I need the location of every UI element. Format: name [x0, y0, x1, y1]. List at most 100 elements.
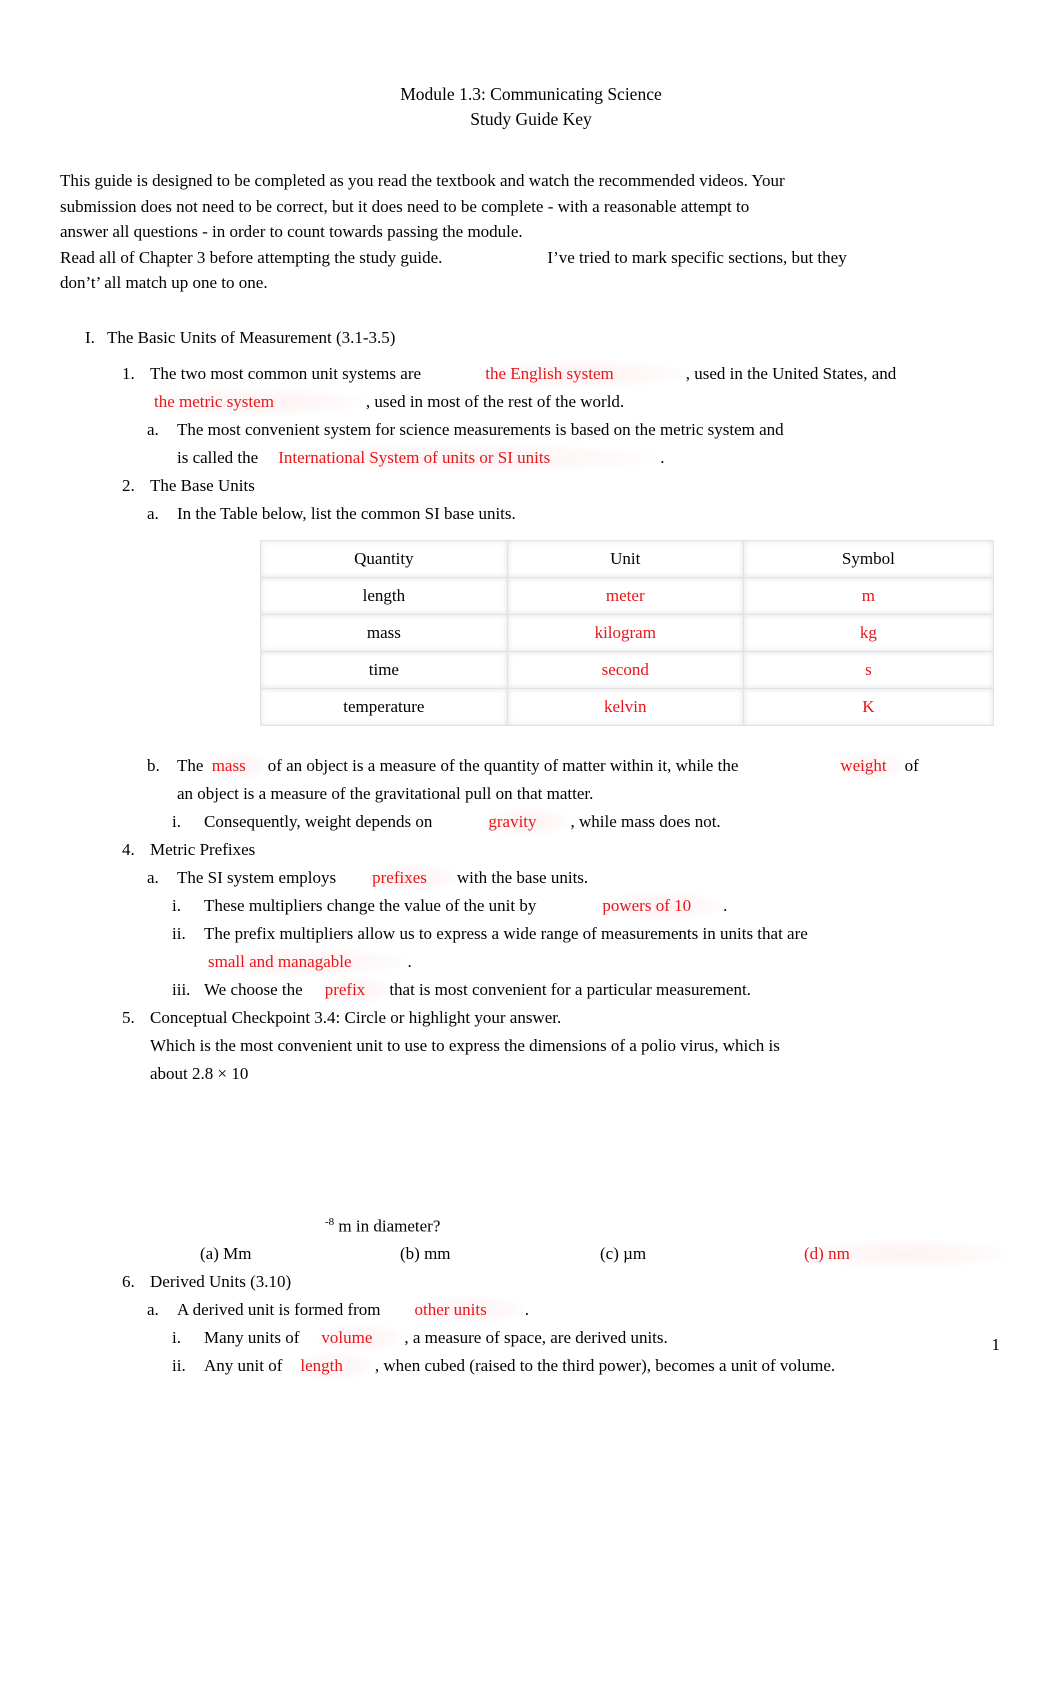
item-2b-marker: b. [147, 755, 160, 775]
item-6ai: i. Many units of volume, a measure of spa… [172, 1324, 1022, 1353]
table-header: Quantity Unit Symbol [260, 539, 995, 578]
cell-symbol-s[interactable]: s [742, 650, 995, 689]
item-6ai-text-a: Many units of [204, 1328, 300, 1348]
item-5-question-line-3: -8 m in diameter? [325, 1208, 1022, 1241]
item-1a-answer-si-units[interactable]: International System of units or SI unit… [274, 443, 661, 472]
item-1-continuation: the metric system, used in most of the r… [150, 387, 1022, 416]
item-4a-answer-prefixes[interactable]: prefixes [368, 863, 457, 892]
cell-symbol-K[interactable]: K [742, 687, 995, 726]
item-2b-text: The mass of an object is a measure of the… [177, 751, 1022, 780]
item-1-text-c: , used in most of the rest of the world. [365, 391, 625, 411]
item-6a: a. A derived unit is formed from other un… [147, 1296, 1022, 1325]
item-1-answer-english-system[interactable]: the English system [481, 359, 686, 388]
item-4a-marker: a. [147, 867, 159, 887]
intro-line-1: This guide is designed to be completed a… [60, 171, 785, 190]
item-4ai-answer-powers-of-10[interactable]: powers of 10 [598, 891, 724, 920]
item-2b-text-b: of an object is a measure of the quantit… [267, 755, 739, 775]
intro-paragraph: This guide is designed to be completed a… [0, 168, 1062, 296]
item-6a-text-a: A derived unit is formed from [177, 1300, 381, 1320]
item-4aii-answer-small-managable[interactable]: small and managable [204, 947, 408, 976]
item-5-q3: -8 m in diameter? [325, 1208, 1022, 1241]
page-break-spacer [60, 1088, 1022, 1208]
item-1a: a. The most convenient system for scienc… [147, 416, 1022, 444]
item-1a-text-c: . [660, 447, 665, 467]
item-1-text: The two most common unit systems are the… [150, 359, 1022, 388]
cell-symbol-m[interactable]: m [742, 576, 995, 615]
title-line-2: Study Guide Key [470, 109, 592, 129]
item-4-marker: 4. [122, 839, 135, 859]
item-4aii-text-b: . [407, 951, 412, 971]
item-4a-text: The SI system employs prefixes with the ba… [177, 863, 1022, 892]
item-2bi-answer-gravity[interactable]: gravity [484, 807, 571, 836]
item-2-heading: The Base Units [150, 475, 255, 495]
choice-d-selected[interactable]: (d) nm [800, 1240, 1008, 1269]
item-1-marker: 1. [122, 363, 135, 383]
item-4aiii-marker: iii. [172, 979, 191, 999]
cell-unit-kilogram[interactable]: kilogram [506, 613, 744, 652]
item-6-heading: Derived Units (3.10) [150, 1272, 292, 1292]
table-header-unit: Unit [506, 539, 744, 578]
page-number: 1 [991, 1335, 1001, 1354]
item-2: 2. The Base Units [122, 472, 1022, 500]
cell-quantity-temperature: temperature [260, 687, 508, 726]
intro-line-2: submission does not need to be correct, … [60, 196, 750, 216]
item-4aii-continuation: small and managable. [204, 947, 1022, 976]
intro-line-5: don’t’ all match up one to one. [60, 273, 268, 292]
si-base-units-table: Quantity Unit Symbol length meter m mass… [260, 539, 995, 726]
exponent-negative-8: -8 [325, 1215, 335, 1228]
choice-c[interactable]: (c) µm [600, 1240, 800, 1268]
item-4: 4. Metric Prefixes [122, 836, 1022, 864]
item-4aiii-answer-prefix[interactable]: prefix [320, 975, 390, 1004]
item-1a-marker: a. [147, 419, 159, 439]
table-row: temperature kelvin K [260, 687, 995, 726]
item-2b: b. The mass of an object is a measure of … [147, 751, 1022, 780]
item-2b-text-a: The [177, 755, 204, 775]
item-5: 5. Conceptual Checkpoint 3.4: Circle or … [122, 1004, 1022, 1032]
item-6a-answer-other-units[interactable]: other units [410, 1296, 525, 1325]
item-4aiii-text: We choose the prefix that is most convenie… [204, 975, 1022, 1004]
item-4a: a. The SI system employs prefixes with the… [147, 863, 1022, 892]
item-1a-text: The most convenient system for science m… [177, 419, 784, 439]
si-base-units-table-wrapper: Quantity Unit Symbol length meter m mass… [260, 539, 995, 726]
item-5-q2: about 2.8 × 10 [150, 1063, 249, 1083]
choice-a[interactable]: (a) Mm [200, 1240, 400, 1268]
item-6aii-answer-length[interactable]: length [296, 1352, 375, 1381]
item-4aii-cont-text: small and managable. [204, 947, 1022, 976]
choice-b[interactable]: (b) mm [400, 1240, 600, 1268]
item-1-answer-metric-system[interactable]: the metric system [150, 387, 366, 416]
item-4aiii-text-a: We choose the [204, 979, 303, 999]
item-2b-answer-mass[interactable]: mass [207, 751, 268, 780]
item-4aii-marker: ii. [172, 923, 186, 943]
cell-unit-second[interactable]: second [506, 650, 744, 689]
cell-symbol-kg[interactable]: kg [742, 613, 995, 652]
item-1-text-a: The two most common unit systems are [150, 363, 422, 383]
intro-line-4: Read all of Chapter 3 before attempting … [60, 245, 1002, 271]
section-I-marker: I. [85, 327, 95, 347]
item-2b-answer-weight[interactable]: weight [836, 751, 905, 780]
item-6-marker: 6. [122, 1272, 135, 1292]
item-2a-marker: a. [147, 503, 159, 523]
item-5-marker: 5. [122, 1007, 135, 1027]
item-6aii: ii. Any unit of length, when cubed (raise… [172, 1352, 1022, 1381]
title-line-1: Module 1.3: Communicating Science [400, 84, 662, 104]
item-6ai-answer-volume[interactable]: volume [317, 1324, 405, 1353]
item-4a-text-a: The SI system employs [177, 867, 337, 887]
table-row: time second s [260, 650, 995, 689]
item-1a-text-b: is called the [177, 447, 259, 467]
cell-unit-kelvin[interactable]: kelvin [506, 687, 744, 726]
item-4aiii-text-b: that is most convenient for a particular… [389, 979, 751, 999]
item-5-heading: Conceptual Checkpoint 3.4: Circle or hig… [150, 1007, 562, 1027]
intro-line-4b: I’ve tried to mark specific sections, bu… [547, 247, 847, 267]
intro-line-4a: Read all of Chapter 3 before attempting … [60, 247, 443, 267]
page-title: Module 1.3: Communicating Science Study … [0, 0, 1062, 132]
table-row: mass kilogram kg [260, 613, 995, 652]
document-page: Module 1.3: Communicating Science Study … [0, 0, 1062, 1700]
item-2b-continuation: an object is a measure of the gravitatio… [177, 780, 1022, 808]
item-6ai-text-b: , a measure of space, are derived units. [404, 1328, 668, 1348]
table-row: length meter m [260, 576, 995, 615]
table-header-quantity: Quantity [260, 539, 508, 578]
item-6aii-marker: ii. [172, 1356, 186, 1376]
table-header-symbol: Symbol [742, 539, 995, 578]
item-2b-cont-text: an object is a measure of the gravitatio… [177, 783, 594, 803]
cell-unit-meter[interactable]: meter [506, 576, 744, 615]
